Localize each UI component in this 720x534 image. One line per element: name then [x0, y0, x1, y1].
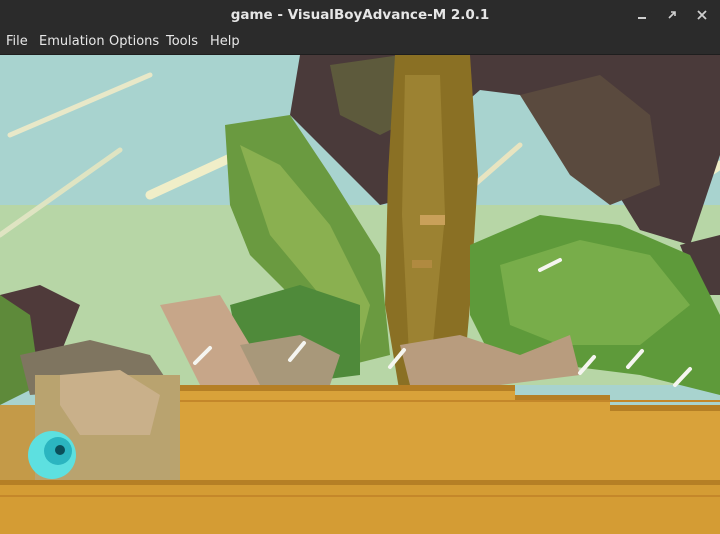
title-bar[interactable]: game - VisualBoyAdvance-M 2.0.1 [0, 0, 720, 30]
minimize-icon [638, 17, 646, 19]
game-screen[interactable] [0, 55, 720, 534]
maximize-button[interactable] [664, 7, 680, 23]
player-character [28, 431, 76, 479]
menu-file[interactable]: File [6, 30, 28, 54]
app-window: game - VisualBoyAdvance-M 2.0.1 File Emu… [0, 0, 720, 534]
minimize-button[interactable] [634, 7, 650, 23]
menu-help[interactable]: Help [210, 30, 240, 54]
game-scene [0, 55, 720, 534]
close-button[interactable] [694, 7, 710, 23]
maximize-icon [668, 11, 676, 19]
menu-options[interactable]: Options [109, 30, 159, 54]
window-title: game - VisualBoyAdvance-M 2.0.1 [230, 7, 490, 23]
menu-emulation[interactable]: Emulation [39, 30, 105, 54]
menu-bar: File Emulation Options Tools Help [0, 30, 720, 55]
menu-tools[interactable]: Tools [166, 30, 198, 54]
close-icon [697, 10, 707, 20]
